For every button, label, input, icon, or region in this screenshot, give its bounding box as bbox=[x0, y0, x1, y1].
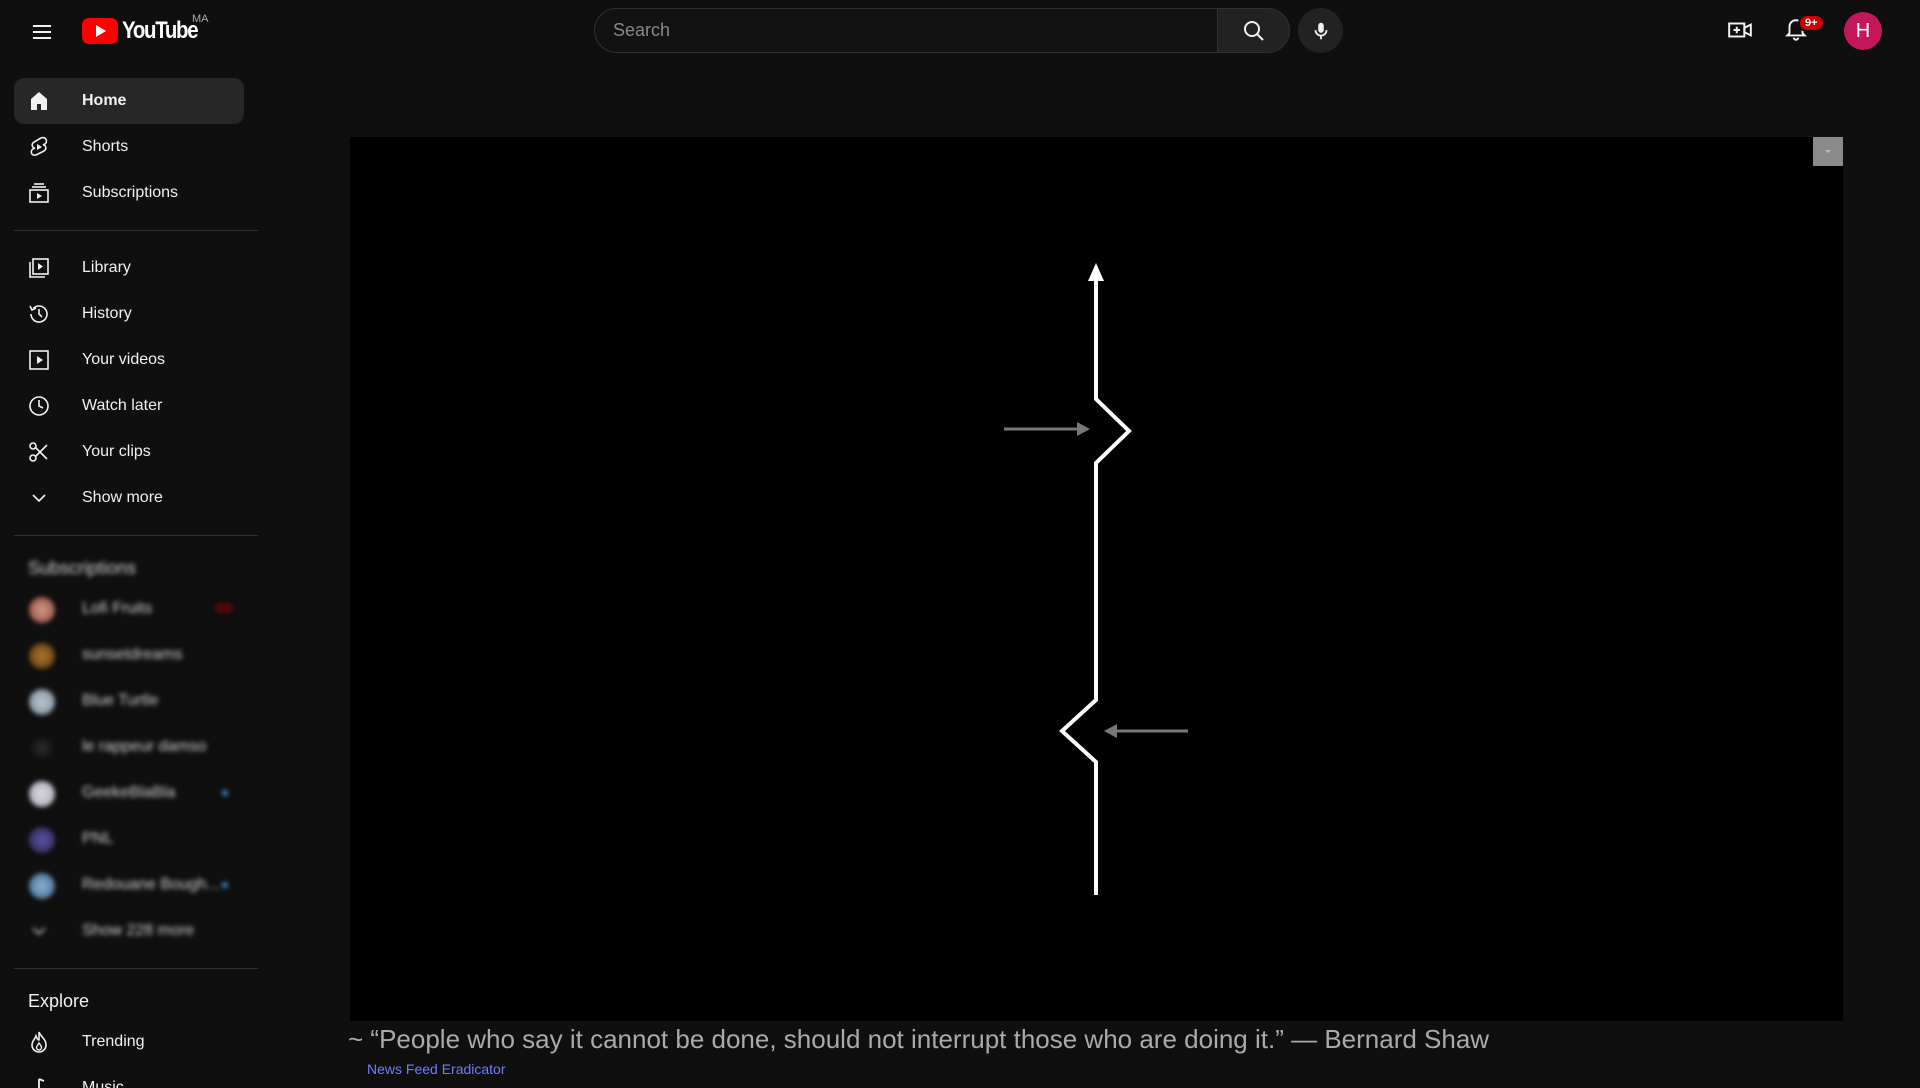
menu-button[interactable] bbox=[22, 12, 62, 52]
settings-toggle-button[interactable] bbox=[1813, 137, 1843, 166]
youtube-play-icon bbox=[82, 18, 118, 44]
sidebar-item-your-videos[interactable]: Your videos bbox=[14, 337, 244, 383]
feed-placeholder-panel bbox=[350, 137, 1843, 1021]
inspirational-quote: ~ “People who say it cannot be done, sho… bbox=[348, 1024, 1490, 1054]
search-icon bbox=[1243, 20, 1264, 41]
subscription-item[interactable]: PNL bbox=[14, 816, 244, 862]
live-indicator-icon bbox=[216, 604, 232, 612]
channel-avatar bbox=[29, 781, 55, 807]
sidebar-item-label: Watch later bbox=[82, 397, 163, 414]
sidebar-item-label: Show 228 more bbox=[82, 922, 195, 939]
sidebar-item-watch-later[interactable]: Watch later bbox=[14, 383, 244, 429]
channel-name: GeekeBlaBla bbox=[82, 784, 176, 801]
subscription-item[interactable]: GeekeBlaBla bbox=[14, 770, 244, 816]
subscription-item[interactable]: Redouane Bough... bbox=[14, 862, 244, 908]
sidebar-item-label: History bbox=[82, 305, 132, 322]
sidebar-item-show-more[interactable]: Show more bbox=[14, 475, 244, 521]
sidebar-item-your-clips[interactable]: Your clips bbox=[14, 429, 244, 475]
avatar[interactable]: H bbox=[1844, 12, 1882, 50]
sidebar-item-shorts[interactable]: Shorts bbox=[14, 124, 244, 170]
scissors-icon bbox=[27, 440, 51, 464]
channel-avatar bbox=[29, 689, 55, 715]
music-icon bbox=[27, 1076, 51, 1088]
channel-name: le rappeur damso bbox=[82, 738, 207, 755]
extension-credit-link[interactable]: News Feed Eradicator bbox=[367, 1061, 506, 1077]
sidebar: Home Shorts Subscriptions Library Histor… bbox=[0, 62, 258, 1088]
explore-section-title: Explore bbox=[28, 990, 90, 1011]
channel-name: Lofi Fruits bbox=[82, 600, 153, 617]
notification-badge: 9+ bbox=[1798, 14, 1825, 32]
subscription-item[interactable]: Blue Turtle bbox=[14, 678, 244, 724]
new-content-dot-icon bbox=[222, 882, 228, 888]
search-button[interactable] bbox=[1217, 8, 1290, 53]
subscriptions-icon bbox=[27, 181, 51, 205]
channel-avatar bbox=[29, 597, 55, 623]
logo-text: YouTube bbox=[122, 17, 199, 44]
top-bar: YouTube MA 9+ H bbox=[0, 0, 1920, 62]
sidebar-item-label: Home bbox=[82, 92, 127, 109]
sidebar-item-music[interactable]: Music bbox=[14, 1065, 244, 1088]
search-bar bbox=[594, 8, 1290, 53]
sidebar-item-library[interactable]: Library bbox=[14, 245, 244, 291]
sidebar-item-label: Library bbox=[82, 259, 131, 276]
your-videos-icon bbox=[27, 348, 51, 372]
shorts-icon bbox=[27, 135, 51, 159]
path-illustration bbox=[1004, 263, 1188, 895]
divider bbox=[14, 535, 258, 536]
sidebar-item-trending[interactable]: Trending bbox=[14, 1019, 244, 1065]
subscription-item[interactable]: Lofi Fruits bbox=[14, 586, 244, 632]
divider bbox=[14, 968, 258, 969]
sidebar-item-label: Music bbox=[82, 1079, 124, 1088]
hamburger-menu-icon bbox=[33, 25, 51, 39]
youtube-logo[interactable]: YouTube MA bbox=[82, 13, 211, 45]
sidebar-item-label: Trending bbox=[82, 1033, 145, 1050]
sidebar-item-show-more-subscriptions[interactable]: Show 228 more bbox=[14, 908, 244, 954]
history-icon bbox=[27, 302, 51, 326]
sidebar-item-history[interactable]: History bbox=[14, 291, 244, 337]
caret-down-icon bbox=[1825, 149, 1831, 153]
new-content-dot-icon bbox=[222, 790, 228, 796]
create-button[interactable] bbox=[1720, 10, 1760, 50]
channel-avatar bbox=[29, 873, 55, 899]
sidebar-item-label: Your clips bbox=[82, 443, 151, 460]
sidebar-item-label: Your videos bbox=[82, 351, 166, 368]
library-icon bbox=[27, 256, 51, 280]
chevron-down-icon bbox=[27, 486, 51, 510]
sidebar-item-label: Show more bbox=[82, 489, 163, 506]
channel-name: PNL bbox=[82, 830, 114, 847]
subscriptions-section-title: Subscriptions bbox=[28, 557, 137, 578]
notifications-button[interactable]: 9+ bbox=[1776, 10, 1825, 50]
home-icon bbox=[27, 89, 51, 113]
microphone-icon bbox=[1314, 22, 1327, 39]
sidebar-item-label: Subscriptions bbox=[82, 184, 179, 201]
create-video-icon bbox=[1728, 22, 1752, 38]
channel-avatar bbox=[29, 643, 55, 669]
channel-avatar bbox=[29, 735, 55, 761]
channel-name: sunsetdreams bbox=[82, 646, 183, 663]
subscription-item[interactable]: sunsetdreams bbox=[14, 632, 244, 678]
search-input[interactable] bbox=[594, 8, 1217, 53]
voice-search-button[interactable] bbox=[1298, 8, 1343, 53]
chevron-down-icon bbox=[27, 919, 51, 943]
channel-name: Blue Turtle bbox=[82, 692, 159, 709]
sidebar-item-label: Shorts bbox=[82, 138, 129, 155]
country-code: MA bbox=[192, 13, 209, 25]
sidebar-item-subscriptions[interactable]: Subscriptions bbox=[14, 170, 244, 216]
watch-later-icon bbox=[27, 394, 51, 418]
sidebar-item-home[interactable]: Home bbox=[14, 78, 244, 124]
subscription-item[interactable]: le rappeur damso bbox=[14, 724, 244, 770]
channel-name: Redouane Bough... bbox=[82, 876, 220, 893]
divider bbox=[14, 230, 258, 231]
channel-avatar bbox=[29, 827, 55, 853]
trending-icon bbox=[27, 1030, 51, 1054]
